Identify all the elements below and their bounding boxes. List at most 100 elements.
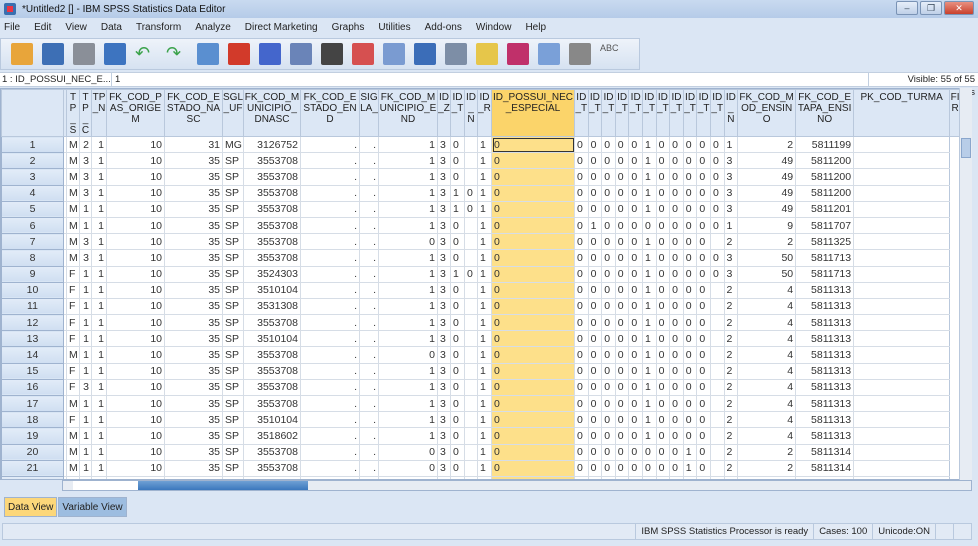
table-cell[interactable]: SP [222,314,244,332]
table-cell[interactable]: 3553708 [243,184,301,202]
table-cell[interactable]: 10 [106,346,165,364]
table-cell[interactable]: 0 [614,297,630,316]
table-cell[interactable]: 0 [450,411,465,429]
table-cell[interactable]: 1 [91,168,107,186]
table-cell[interactable]: 3 [79,233,92,251]
table-cell[interactable]: 1 [477,314,492,332]
weight-cases-icon[interactable] [445,43,467,65]
table-cell[interactable]: . [359,297,379,316]
table-cell[interactable]: 5811313 [795,281,855,299]
find-icon[interactable] [321,43,343,65]
table-cell[interactable] [709,378,725,397]
table-cell[interactable]: 1 [477,362,492,380]
table-cell[interactable]: 2 [723,281,739,299]
table-cell[interactable]: 1 [723,216,739,235]
table-cell[interactable]: 0 [669,265,684,283]
table-cell[interactable]: 2 [737,135,797,154]
table-cell[interactable]: M [66,184,80,202]
table-cell[interactable]: 0 [669,443,684,461]
table-cell[interactable]: SP [222,330,244,348]
table-cell[interactable]: 10 [106,168,165,186]
table-cell[interactable] [853,314,951,332]
table-cell[interactable] [464,427,478,445]
table-cell[interactable]: 10 [106,135,165,154]
table-cell[interactable]: 2 [723,459,739,477]
table-cell[interactable]: 0 [601,330,616,348]
table-cell[interactable]: 1 [641,378,657,397]
table-cell[interactable]: 0 [669,459,684,477]
table-cell[interactable]: 0 [696,330,711,348]
table-cell[interactable]: 1 [477,281,492,299]
table-cell[interactable]: 5811707 [795,216,855,235]
table-cell[interactable]: 3 [437,265,451,283]
table-cell[interactable]: 0 [491,459,575,477]
table-cell[interactable]: 35 [164,378,223,397]
table-cell[interactable]: 0 [669,394,684,413]
table-cell[interactable] [853,330,951,348]
table-cell[interactable]: 0 [614,427,630,445]
table-cell[interactable]: 0 [491,443,575,461]
table-cell[interactable]: 1 [477,135,492,154]
table-cell[interactable]: 4 [737,394,797,413]
table-cell[interactable]: 1 [477,459,492,477]
column-header[interactable]: ID_T [669,89,684,137]
table-cell[interactable]: 0 [669,200,684,218]
table-cell[interactable] [853,411,951,429]
table-cell[interactable]: 0 [450,314,465,332]
table-cell[interactable]: SP [222,297,244,316]
table-cell[interactable]: 0 [491,200,575,218]
table-cell[interactable]: 0 [574,152,589,170]
table-cell[interactable]: 3 [437,297,451,316]
row-number[interactable]: 12 [1,314,64,332]
row-number[interactable]: 16 [1,378,64,397]
row-number[interactable]: 7 [1,233,64,251]
table-cell[interactable]: 0 [587,249,603,267]
table-cell[interactable]: 1 [450,184,465,202]
table-cell[interactable]: 0 [491,411,575,429]
table-cell[interactable]: 1 [682,443,698,461]
table-cell[interactable]: F [66,265,80,283]
table-cell[interactable]: 0 [378,233,438,251]
table-cell[interactable]: 1 [91,330,107,348]
table-cell[interactable]: 3 [723,249,739,267]
menu-graphs[interactable]: Graphs [332,20,365,36]
table-cell[interactable] [464,378,478,397]
goto-variable-icon[interactable] [228,43,250,65]
table-cell[interactable]: 3553708 [243,216,301,235]
table-cell[interactable]: 3 [437,411,451,429]
table-cell[interactable]: . [359,314,379,332]
table-cell[interactable]: 49 [737,184,797,202]
table-cell[interactable]: 0 [601,200,616,218]
table-cell[interactable]: 4 [737,281,797,299]
table-cell[interactable]: 0 [491,362,575,380]
table-cell[interactable]: 3 [437,459,451,477]
column-header[interactable]: PK_COD_TURMA [853,89,951,137]
table-cell[interactable]: 3 [437,216,451,235]
table-cell[interactable]: 0 [655,443,671,461]
table-cell[interactable]: . [300,152,360,170]
table-cell[interactable]: 0 [682,394,698,413]
table-cell[interactable]: 1 [79,459,92,477]
table-cell[interactable]: 0 [696,168,711,186]
table-cell[interactable]: . [359,378,379,397]
table-cell[interactable]: 3 [437,346,451,364]
table-cell[interactable]: 1 [477,378,492,397]
table-cell[interactable]: . [359,330,379,348]
select-cases-icon[interactable] [476,43,498,65]
table-cell[interactable]: 0 [696,297,711,316]
goto-case-icon[interactable] [197,43,219,65]
table-cell[interactable] [853,281,951,299]
table-cell[interactable]: 0 [614,459,630,477]
table-cell[interactable]: 1 [477,216,492,235]
table-cell[interactable]: . [359,152,379,170]
row-number[interactable]: 10 [1,281,64,299]
table-cell[interactable]: 0 [587,330,603,348]
close-button[interactable]: ✕ [944,1,974,15]
table-cell[interactable] [853,297,951,316]
table-cell[interactable]: 0 [628,297,643,316]
table-cell[interactable]: 0 [696,314,711,332]
table-cell[interactable]: 0 [450,443,465,461]
table-cell[interactable]: M [66,394,80,413]
table-cell[interactable]: 1 [378,281,438,299]
menu-window[interactable]: Window [476,20,512,36]
